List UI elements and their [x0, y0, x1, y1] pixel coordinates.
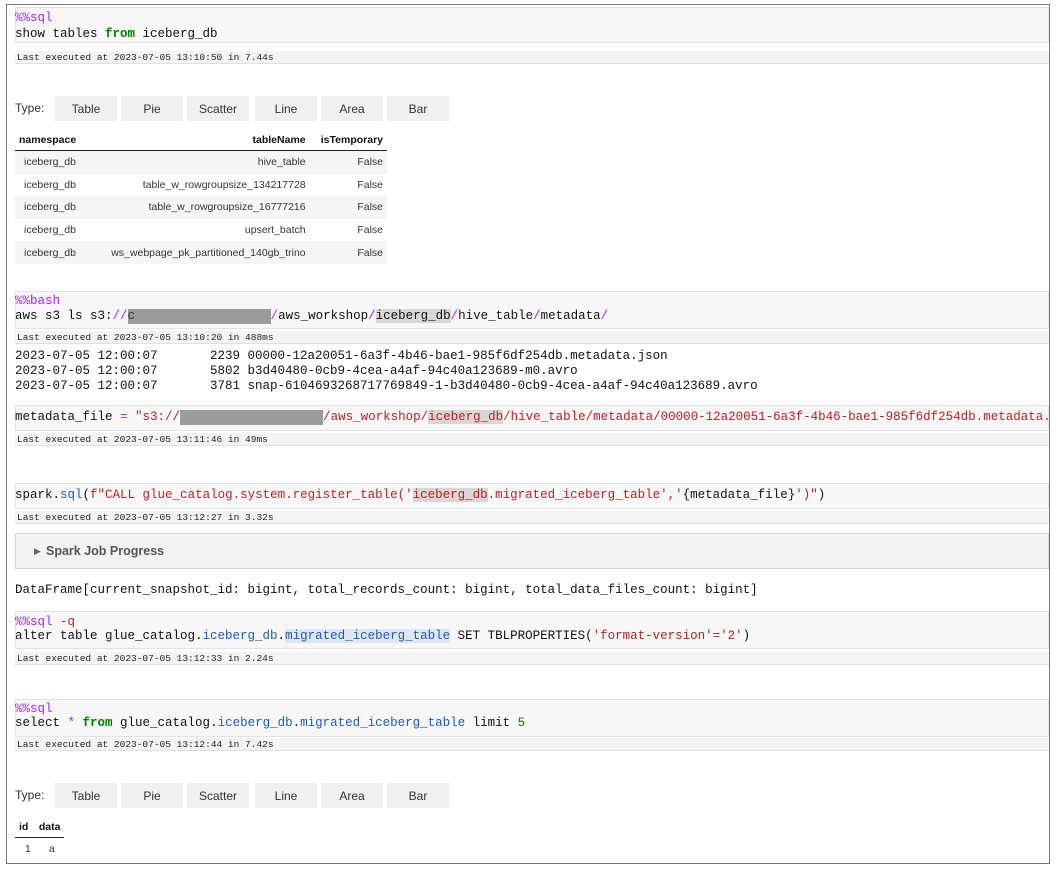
- table-cell: iceberg_db: [15, 241, 87, 264]
- cell-1-line-1: %%sql: [15, 11, 53, 25]
- result-table-2: id data 1 a: [15, 817, 65, 861]
- column-header: tableName: [86, 130, 310, 151]
- type-button-bar[interactable]: Bar: [387, 783, 449, 808]
- table-row: iceberg_db upsert_batch False: [15, 219, 387, 242]
- type-button-table[interactable]: Table: [55, 96, 117, 121]
- type-button-pie[interactable]: Pie: [121, 783, 183, 808]
- column-header: id: [15, 817, 35, 838]
- table-row: iceberg_db table_w_rowgroupsize_16777216…: [15, 196, 387, 219]
- table-row: 1 a: [15, 838, 64, 861]
- type-label: Type:: [15, 788, 45, 802]
- type-button-bar[interactable]: Bar: [387, 96, 449, 121]
- column-header: data: [34, 817, 65, 838]
- table-row: iceberg_db table_w_rowgroupsize_13421772…: [15, 174, 387, 197]
- table-cell: a: [48, 843, 55, 856]
- table-cell: ws_webpage_pk_partitioned_140gb_trino: [86, 241, 310, 264]
- table-cell: False: [309, 196, 387, 219]
- cell-4-last-executed: Last executed at 2023-07-05 13:12:27 in …: [15, 511, 1049, 524]
- notebook-frame: %%sql show tables from iceberg_db Last e…: [6, 4, 1050, 864]
- cell-2-last-executed: Last executed at 2023-07-05 13:10:20 in …: [15, 331, 1049, 344]
- redacted-bucket: c: [127, 309, 271, 324]
- cell-2-output-line: 2023-07-05 12:00:07 5802 b3d40480-0cb9-4…: [15, 364, 578, 378]
- type-button-scatter[interactable]: Scatter: [187, 783, 249, 808]
- type-button-scatter[interactable]: Scatter: [187, 96, 249, 121]
- cell-1-line-2: show tables from iceberg_db: [15, 27, 218, 41]
- cell-2-line-1: %%bash: [15, 294, 61, 308]
- cell-1-last-executed: Last executed at 2023-07-05 13:10:50 in …: [15, 51, 1049, 64]
- table-cell: iceberg_db: [15, 150, 87, 174]
- table-cell: iceberg_db: [24, 178, 76, 191]
- column-header: isTemporary: [309, 130, 387, 151]
- type-button-line[interactable]: Line: [255, 96, 317, 121]
- table-cell: hive_table: [86, 150, 310, 174]
- cell-3-last-executed: Last executed at 2023-07-05 13:11:46 in …: [15, 433, 1049, 446]
- cell-2-line-2: aws s3 ls s3://c/aws_workshop/iceberg_db…: [15, 309, 609, 324]
- cell-4-output: DataFrame[current_snapshot_id: bigint, t…: [15, 583, 758, 597]
- type-button-table[interactable]: Table: [55, 783, 117, 808]
- cell-5-line-2: alter table glue_catalog.iceberg_db.migr…: [15, 629, 751, 643]
- spark-job-progress-label: Spark Job Progress: [46, 544, 165, 558]
- table-row: iceberg_db hive_table False: [15, 150, 387, 174]
- table-cell: table_w_rowgroupsize_16777216: [86, 196, 310, 219]
- table-cell: False: [309, 150, 387, 174]
- table-cell: table_w_rowgroupsize_134217728: [142, 178, 306, 191]
- cell-6-line-2: select * from glue_catalog.iceberg_db.mi…: [15, 716, 526, 730]
- type-button-line[interactable]: Line: [255, 783, 317, 808]
- cell-4-line-1: spark.sql(f"CALL glue_catalog.system.reg…: [15, 488, 826, 502]
- type-button-area[interactable]: Area: [321, 96, 383, 121]
- table-cell: iceberg_db: [24, 224, 76, 237]
- type-button-area[interactable]: Area: [321, 783, 383, 808]
- table-row: iceberg_db ws_webpage_pk_partitioned_140…: [15, 241, 387, 264]
- cell-3-line-1: metadata_file = "s3:///aws_workshop/iceb…: [15, 410, 1050, 425]
- cell-2-output-line: 2023-07-05 12:00:07 2239 00000-12a20051-…: [15, 349, 668, 363]
- cell-2-output-line: 2023-07-05 12:00:07 3781 snap-6104693268…: [15, 379, 758, 393]
- type-label: Type:: [15, 101, 45, 115]
- table-cell: iceberg_db: [15, 196, 87, 219]
- cell-6-last-executed: Last executed at 2023-07-05 13:12:44 in …: [15, 738, 1049, 751]
- cell-6-line-1: %%sql: [15, 702, 53, 716]
- table-cell: 1: [25, 843, 31, 856]
- cell-5-line-1: %%sql -q: [15, 615, 76, 629]
- table-cell: False: [357, 178, 383, 191]
- expand-caret-icon: ▶: [34, 546, 41, 556]
- spark-job-progress[interactable]: ▶ Spark Job Progress: [15, 533, 1049, 569]
- table-cell: False: [309, 241, 387, 264]
- result-table-1: namespace tableName isTemporary iceberg_…: [15, 130, 387, 264]
- column-header: namespace: [15, 130, 87, 151]
- table-cell: upsert_batch: [244, 224, 306, 237]
- cell-5-last-executed: Last executed at 2023-07-05 13:12:33 in …: [15, 652, 1049, 665]
- type-button-pie[interactable]: Pie: [121, 96, 183, 121]
- redacted-bucket: [180, 410, 324, 425]
- table-cell: False: [357, 224, 383, 237]
